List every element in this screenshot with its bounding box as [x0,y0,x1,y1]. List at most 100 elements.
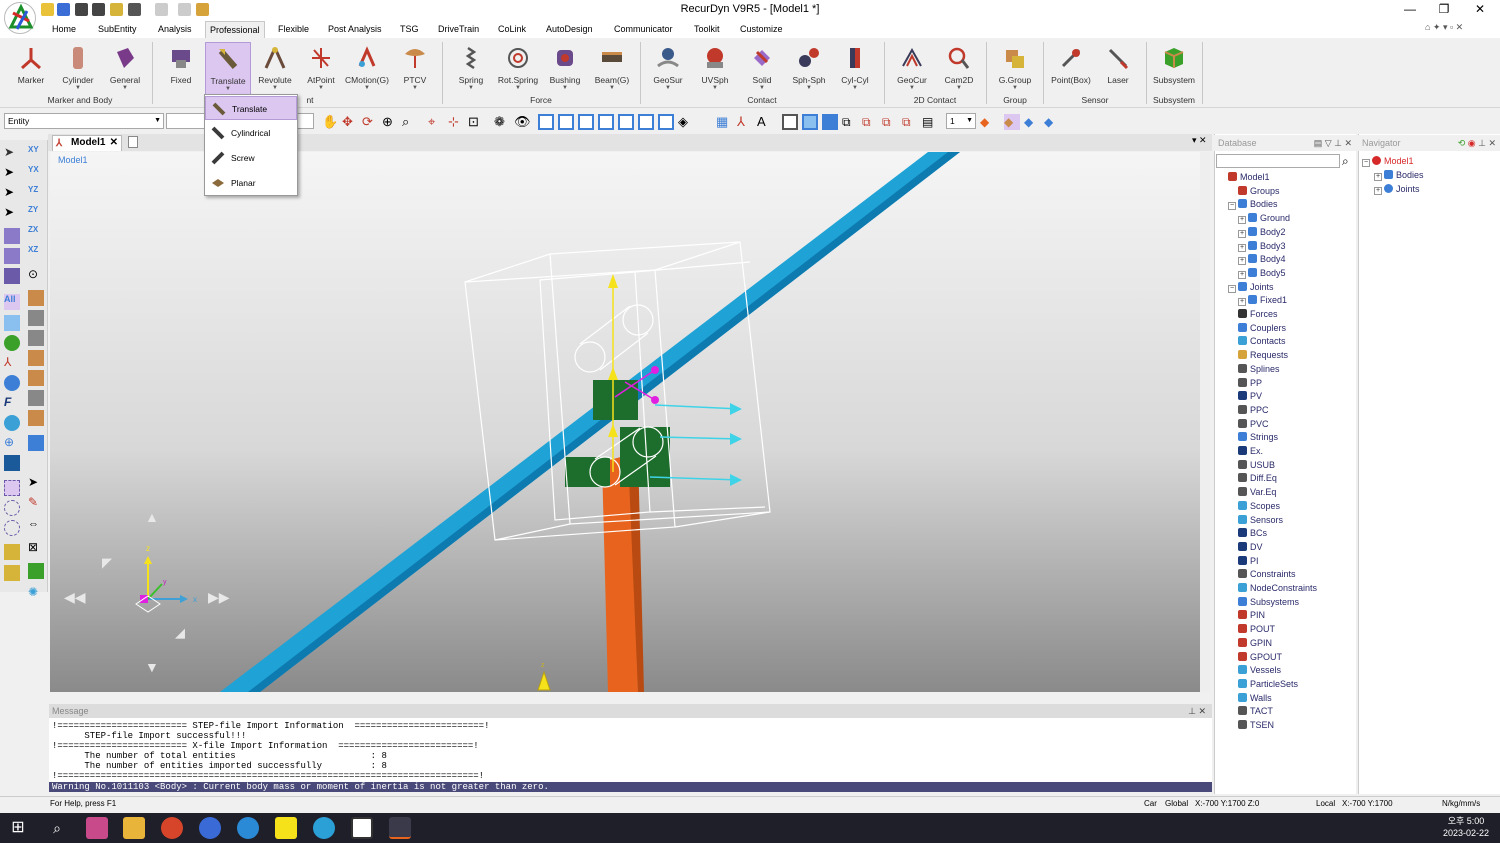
tab-autodesign[interactable]: AutoDesign [542,21,597,38]
tab-tsg[interactable]: TSG [396,21,423,38]
database-tree-item[interactable]: GPOUT [1228,651,1282,664]
database-tree-item[interactable]: Couplers [1228,322,1286,335]
joint-tool-icon[interactable] [4,375,20,391]
point-box-button[interactable]: Point(Box) [1048,42,1094,98]
geometry-icon[interactable] [4,335,20,351]
tab-home[interactable]: Home [48,21,80,38]
box3-icon[interactable] [28,330,44,346]
database-tree-item[interactable]: + Body4 [1238,253,1286,266]
database-tree-item[interactable]: Sensors [1228,514,1283,527]
windows-start-icon[interactable]: ⊞ [7,817,29,839]
database-tree-item[interactable]: TSEN [1228,719,1274,732]
menu-item-cylindrical[interactable]: Cylindrical [205,121,297,145]
database-tree-item[interactable]: Strings [1228,431,1278,444]
database-tree-item[interactable]: Subsystems [1228,596,1299,609]
database-tree-item[interactable]: + Body5 [1238,267,1286,280]
shade-edge-icon[interactable] [822,114,838,130]
view-bottom-icon[interactable] [638,114,654,130]
save-icon[interactable] [75,3,88,16]
view-rotate-icon[interactable]: ⊙ [28,267,44,283]
select-all-icon[interactable]: All [4,294,20,310]
tab-drivetrain[interactable]: DriveTrain [434,21,483,38]
database-tree-item[interactable]: Splines [1228,363,1280,376]
restore-button[interactable]: ❐ [1432,2,1456,16]
search-icon[interactable]: ⌕ [1342,154,1349,169]
snap-icon[interactable]: ⌖ [428,114,444,130]
box4-icon[interactable] [28,350,44,366]
3d-viewport[interactable]: Model1 z z x y ▲ ▼ ◀◀ ▶▶ ◤ ◢ [50,152,1208,692]
database-tree-item[interactable]: USUB [1228,459,1275,472]
atpoint-button[interactable]: AtPoint ▼ [298,42,344,98]
nav-tree-bodies[interactable]: + Bodies [1374,169,1424,182]
green-block-left[interactable] [565,457,610,487]
tab-customize[interactable]: Customize [736,21,787,38]
database-tree-item[interactable]: + Ground [1238,212,1290,225]
redo-icon[interactable] [155,3,168,16]
tab-post-analysis[interactable]: Post Analysis [324,21,386,38]
chart-icon[interactable] [28,563,44,579]
database-tree-item[interactable]: PP [1228,377,1262,390]
view-triad[interactable]: z x y [135,544,197,613]
select-add-icon[interactable]: ➤ [4,165,20,181]
general-button[interactable]: General ▼ [102,42,148,98]
view-iso-icon[interactable] [658,114,674,130]
database-tools-icon[interactable]: ▤ ▽ ⊥ ✕ [1314,135,1352,151]
target-icon[interactable]: ⊕ [4,435,20,451]
navigator-tools-icon[interactable]: ⟲ ◉ ⊥ ✕ [1458,135,1496,151]
chrome-icon[interactable] [161,817,183,839]
database-tree-item[interactable]: PVC [1228,418,1269,431]
database-tree-item[interactable]: + Fixed1 [1238,294,1287,307]
database-tree-item[interactable]: NodeConstraints [1228,582,1317,595]
database-search-input[interactable] [1216,154,1340,168]
box5-icon[interactable] [28,370,44,386]
uvsph-button[interactable]: UVSph ▼ [692,42,738,98]
database-tree-item[interactable]: + Body2 [1238,226,1286,239]
viewport-scrollbar[interactable] [1200,152,1210,692]
system-clock[interactable]: 오후 5:00 2023-02-22 [1436,815,1496,839]
ie-icon[interactable] [237,817,259,839]
database-tree-item[interactable]: + Body3 [1238,240,1286,253]
ribbon-options-icon[interactable]: ⌂ ✦ ▾ ▫ ✕ [1425,22,1495,36]
box2-icon[interactable] [28,310,44,326]
database-tree-item[interactable]: Contacts [1228,335,1286,348]
fit-icon[interactable]: ⊡ [468,114,484,130]
hidden-line-icon[interactable]: ⧉ [842,114,858,130]
shade-icon[interactable] [802,114,818,130]
fixed-button[interactable]: Fixed [158,42,204,98]
view-back-icon[interactable] [558,114,574,130]
cam2d-button[interactable]: Cam2D ▼ [936,42,982,98]
database-tree-item[interactable]: Forces [1228,308,1278,321]
tab-toolkit[interactable]: Toolkit [690,21,724,38]
view-zy-icon[interactable]: ZY [28,205,44,221]
expand-icon[interactable]: ⇔ [28,518,44,534]
grid-snap-icon[interactable] [4,228,20,244]
database-tree-item[interactable]: Constraints [1228,568,1296,581]
cross-icon[interactable]: ⊠ [28,540,44,556]
minimize-button[interactable]: — [1398,2,1422,16]
geocur-button[interactable]: GeoCur ▼ [889,42,935,98]
close-window-button[interactable]: ✕ [1468,2,1492,16]
select-icon[interactable]: ➤ [4,145,20,161]
zoom-window-icon[interactable]: ⊕ [382,114,398,130]
tab-flexible[interactable]: Flexible [274,21,313,38]
nav-tree-joints[interactable]: + Joints [1374,183,1420,196]
layer-tool-icon[interactable] [4,544,20,560]
model-scene[interactable]: z z x y ▲ ▼ ◀◀ ▶▶ ◤ ◢ [50,152,1208,692]
box-icon[interactable] [28,290,44,306]
pan-icon[interactable]: ✋ [322,114,338,130]
rotate-icon[interactable]: ⟳ [362,114,378,130]
select-minus-icon[interactable]: ➤ [4,205,20,221]
new-file-icon[interactable] [41,3,54,16]
view-right-icon[interactable] [598,114,614,130]
tab-professional[interactable]: Professional [205,21,265,38]
transparent-icon[interactable]: ⧉ [862,114,878,130]
revolute-button[interactable]: Revolute ▼ [252,42,298,98]
database-tree-item[interactable]: Var.Eq [1228,486,1276,499]
database-tree-item[interactable]: BCs [1228,527,1267,540]
save-all-icon[interactable] [92,3,105,16]
view-yz-icon[interactable]: YZ [28,185,44,201]
background-icon[interactable]: ◆ [1044,114,1060,130]
database-tree-item[interactable]: PIN [1228,609,1265,622]
file-explorer-icon[interactable] [123,817,145,839]
view-yx-icon[interactable]: YX [28,165,44,181]
